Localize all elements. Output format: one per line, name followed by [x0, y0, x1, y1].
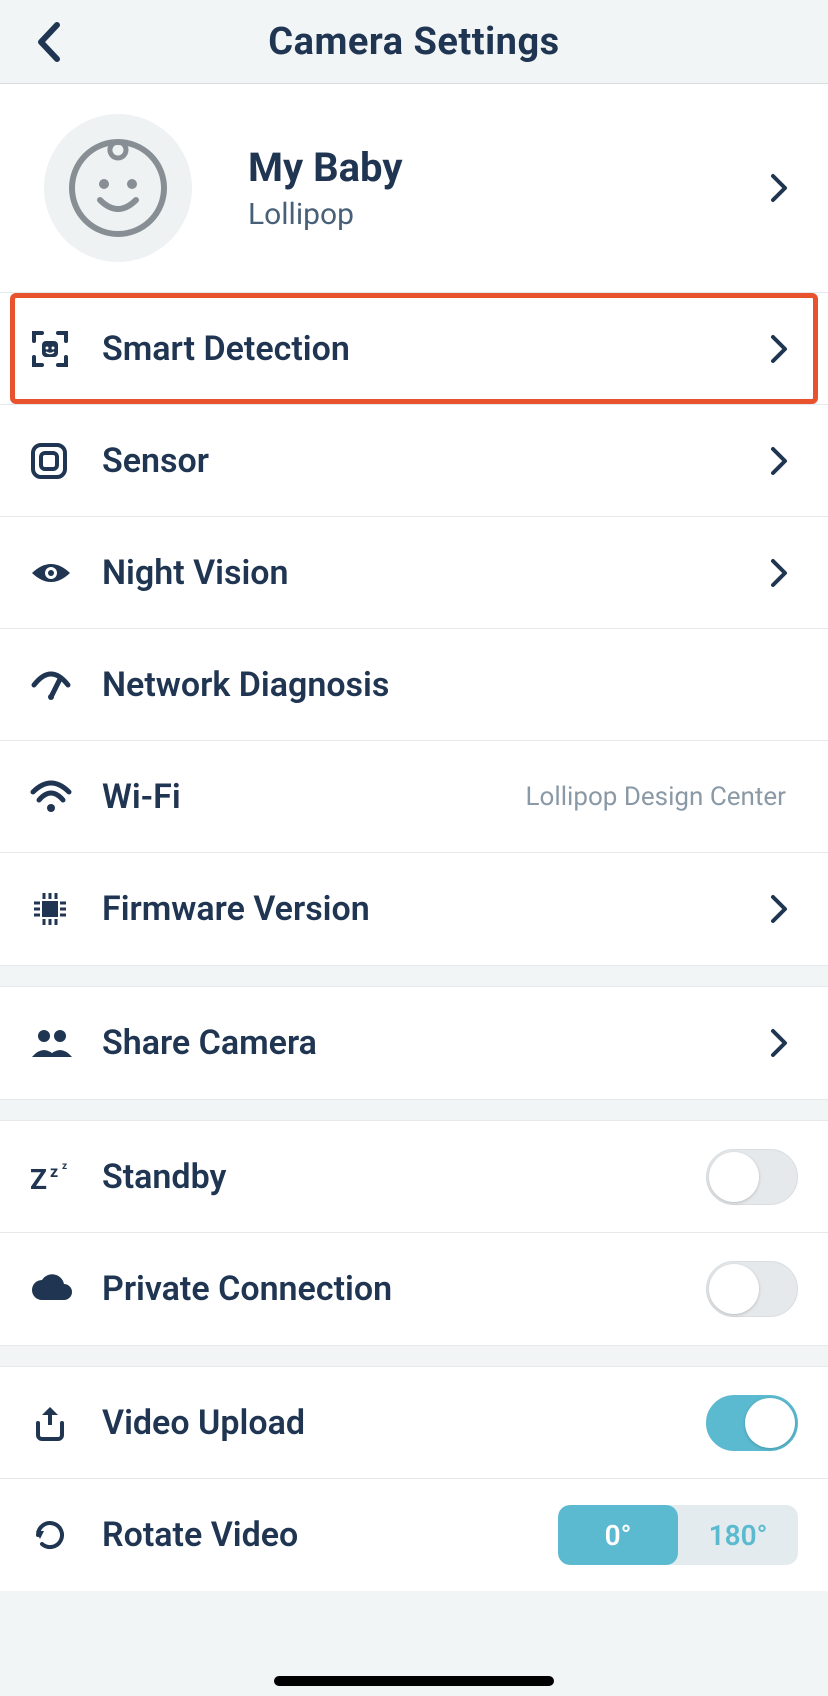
settings-list-2: Share Camera — [0, 987, 828, 1099]
rotate-segmented[interactable]: 0° 180° — [558, 1505, 798, 1565]
row-label: Share Camera — [102, 1023, 748, 1063]
row-label: Standby — [102, 1157, 706, 1197]
row-label: Rotate Video — [102, 1515, 558, 1555]
row-night-vision[interactable]: Night Vision — [0, 517, 828, 629]
chip-icon — [30, 889, 70, 929]
private-connection-toggle[interactable] — [706, 1261, 798, 1317]
section-gap — [0, 1099, 828, 1121]
settings-list-1: Smart Detection Sensor Night Vision — [0, 293, 828, 965]
sensor-icon — [30, 442, 68, 480]
settings-list-4: Video Upload Rotate Video 0° 180° — [0, 1367, 828, 1591]
row-label: Wi-Fi — [102, 777, 526, 817]
profile-name: My Baby — [248, 144, 748, 191]
baby-face-icon — [68, 138, 168, 238]
profile-device: Lollipop — [248, 197, 748, 232]
row-wifi[interactable]: Wi-Fi Lollipop Design Center — [0, 741, 828, 853]
row-smart-detection[interactable]: Smart Detection — [0, 293, 828, 405]
face-scan-icon — [30, 329, 70, 369]
chevron-left-icon — [35, 21, 61, 63]
wifi-icon — [30, 780, 72, 814]
settings-list-3: Z z z Standby Private Connection — [0, 1121, 828, 1345]
row-label: Smart Detection — [102, 329, 748, 369]
row-label: Firmware Version — [102, 889, 748, 929]
section-gap — [0, 965, 828, 987]
chevron-right-icon — [770, 446, 788, 476]
svg-text:z: z — [50, 1162, 58, 1181]
row-label: Network Diagnosis — [102, 665, 798, 705]
row-label: Private Connection — [102, 1269, 706, 1309]
profile-chevron — [748, 173, 798, 203]
svg-text:z: z — [62, 1161, 67, 1172]
standby-toggle[interactable] — [706, 1149, 798, 1205]
profile-text: My Baby Lollipop — [248, 144, 748, 232]
rotate-option-180[interactable]: 180° — [678, 1505, 798, 1565]
svg-text:Z: Z — [30, 1163, 47, 1195]
upload-icon — [30, 1403, 70, 1443]
row-sensor[interactable]: Sensor — [0, 405, 828, 517]
row-label: Video Upload — [102, 1403, 706, 1443]
sleep-icon: Z z z — [30, 1159, 74, 1195]
row-standby: Z z z Standby — [0, 1121, 828, 1233]
chevron-right-icon — [770, 1028, 788, 1058]
cloud-icon — [30, 1274, 74, 1304]
diagnosis-icon — [30, 669, 72, 701]
back-button[interactable] — [28, 12, 68, 72]
home-indicator — [274, 1676, 554, 1686]
rotate-icon — [30, 1515, 70, 1555]
chevron-right-icon — [770, 894, 788, 924]
row-network-diagnosis[interactable]: Network Diagnosis — [0, 629, 828, 741]
chevron-right-icon — [770, 558, 788, 588]
row-label: Sensor — [102, 441, 748, 481]
page-title: Camera Settings — [0, 20, 828, 64]
section-gap — [0, 1345, 828, 1367]
profile-row[interactable]: My Baby Lollipop — [0, 84, 828, 293]
avatar — [44, 114, 192, 262]
video-upload-toggle[interactable] — [706, 1395, 798, 1451]
row-firmware-version[interactable]: Firmware Version — [0, 853, 828, 965]
row-share-camera[interactable]: Share Camera — [0, 987, 828, 1099]
eye-icon — [30, 559, 72, 587]
chevron-right-icon — [770, 334, 788, 364]
row-video-upload: Video Upload — [0, 1367, 828, 1479]
row-private-connection: Private Connection — [0, 1233, 828, 1345]
row-label: Night Vision — [102, 553, 748, 593]
row-rotate-video: Rotate Video 0° 180° — [0, 1479, 828, 1591]
rotate-option-0[interactable]: 0° — [558, 1505, 678, 1565]
chevron-right-icon — [770, 173, 788, 203]
wifi-value: Lollipop Design Center — [526, 782, 786, 812]
people-icon — [30, 1027, 74, 1059]
header: Camera Settings — [0, 0, 828, 84]
